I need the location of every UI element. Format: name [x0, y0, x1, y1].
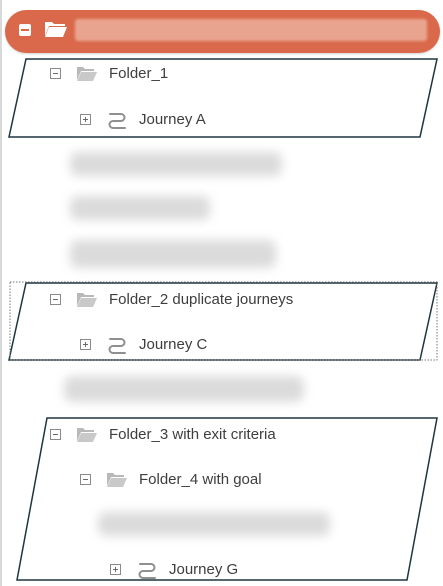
folder-open-icon — [107, 473, 127, 487]
plus-square-icon[interactable] — [80, 339, 91, 350]
folder-open-icon — [77, 293, 97, 307]
obscured-row — [64, 376, 304, 402]
tree-row-folder-3[interactable]: Folder_3 with exit criteria — [0, 423, 443, 447]
obscured-row — [70, 152, 282, 176]
journey-label: Journey C — [139, 336, 208, 353]
obscured-row — [70, 196, 210, 220]
tree-row-journey-a[interactable]: Journey A — [0, 108, 443, 132]
folder-label: Folder_1 — [109, 65, 169, 82]
minus-square-icon[interactable] — [80, 474, 91, 485]
folder-label: Folder_3 with exit criteria — [109, 426, 276, 443]
plus-square-icon[interactable] — [80, 114, 91, 125]
tree-row-folder-1[interactable]: Folder_1 — [0, 62, 443, 86]
tree-row-folder-4[interactable]: Folder_4 with goal — [0, 468, 443, 492]
minus-square-icon[interactable] — [50, 429, 61, 440]
minus-square-icon[interactable] — [50, 294, 61, 305]
journey-label: Journey G — [169, 561, 239, 578]
journey-icon — [138, 563, 156, 579]
journey-label: Journey A — [139, 111, 206, 128]
folder-open-icon — [77, 67, 97, 81]
tree-row-folder-2[interactable]: Folder_2 duplicate journeys — [0, 288, 443, 312]
minus-square-icon[interactable] — [50, 68, 61, 79]
plus-square-icon[interactable] — [110, 564, 121, 575]
obscured-row — [70, 240, 276, 268]
folder-open-icon — [77, 428, 97, 442]
journey-icon — [108, 113, 126, 129]
tree-row-journey-g[interactable]: Journey G — [0, 558, 443, 582]
tree-row-journey-c[interactable]: Journey C — [0, 333, 443, 357]
folder-label: Folder_4 with goal — [139, 471, 262, 488]
obscured-row — [98, 512, 330, 536]
folder-label: Folder_2 duplicate journeys — [109, 291, 294, 308]
journey-icon — [108, 338, 126, 354]
